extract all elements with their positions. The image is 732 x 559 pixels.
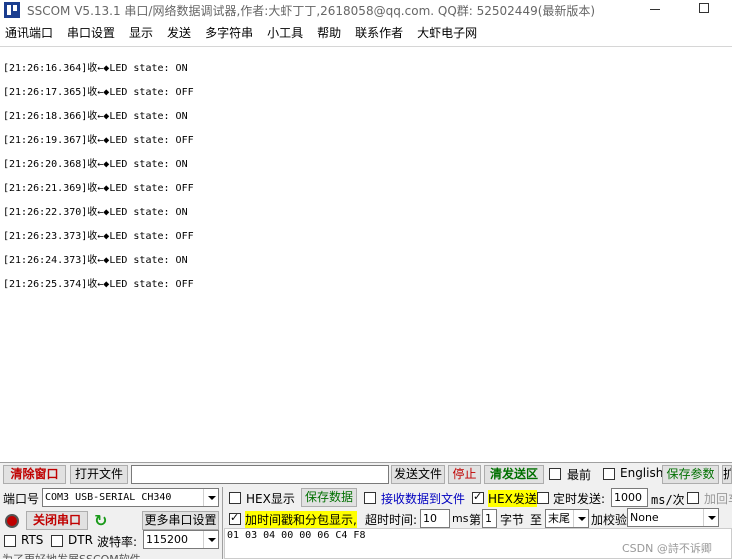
save-data-button[interactable]: 保存数据 <box>301 488 357 507</box>
menu-item-tools[interactable]: 小工具 <box>267 23 303 43</box>
nth-label: 第 <box>469 513 482 527</box>
chevron-down-icon <box>573 510 588 527</box>
interval-unit: ms/次 <box>651 493 685 507</box>
expand-button[interactable]: 扩 <box>722 465 732 484</box>
timed-send-label: 定时发送: <box>553 492 606 506</box>
always-on-top-label: 最前 <box>567 468 592 482</box>
baud-label: 波特率: <box>97 535 138 549</box>
window-title: SSCOM V5.13.1 串口/网络数据调试器,作者:大虾丁丁,2618058… <box>27 4 596 18</box>
add-timestamp-checkbox[interactable] <box>229 511 241 525</box>
send-file-button[interactable]: 发送文件 <box>391 465 445 484</box>
hex-display-label: HEX显示 <box>246 492 295 506</box>
menu-item-port-settings[interactable]: 串口设置 <box>67 23 115 43</box>
checksum-label: 加校验 <box>591 513 628 527</box>
port-status-icon <box>5 514 19 528</box>
port-select[interactable]: COM3 USB-SERIAL CH340 <box>42 488 219 507</box>
menu-item-website[interactable]: 大虾电子网 <box>417 23 477 43</box>
send-content: 01 03 04 00 00 06 C4 F8 <box>227 530 366 541</box>
receive-line: [21:26:21.369]收←◆LED state: OFF <box>3 183 194 194</box>
close-port-button[interactable]: 关闭串口 <box>26 511 88 530</box>
interval-input[interactable]: 1000 <box>611 488 648 507</box>
timed-send-checkbox[interactable] <box>537 492 549 504</box>
rts-checkbox[interactable] <box>4 535 16 547</box>
file-path-input[interactable] <box>131 465 389 484</box>
checksum-select-value: None <box>630 511 659 524</box>
panel-divider <box>222 487 223 559</box>
hex-send-checkbox[interactable] <box>472 490 484 504</box>
add-timestamp-label: 加时间戳和分包显示, <box>245 511 357 528</box>
chevron-down-icon <box>203 489 218 506</box>
checksum-select[interactable]: None <box>627 508 719 527</box>
receive-line: [21:26:17.365]收←◆LED state: OFF <box>3 87 194 98</box>
baud-select-value: 115200 <box>146 533 188 546</box>
stop-button[interactable]: 停止 <box>448 465 481 484</box>
menu-bar: 通讯端口 串口设置 显示 发送 多字符串 小工具 帮助 联系作者 大虾电子网 <box>0 23 732 43</box>
rts-label: RTS <box>21 533 44 547</box>
hex-send-label: HEX发送 <box>488 490 537 507</box>
menu-item-comm-port[interactable]: 通讯端口 <box>5 23 53 43</box>
end-select[interactable]: 末尾 <box>545 509 589 528</box>
chevron-down-icon <box>703 509 718 526</box>
baud-select[interactable]: 115200 <box>143 530 219 549</box>
maximize-icon[interactable] <box>699 3 709 13</box>
dtr-label: DTR <box>68 533 93 547</box>
watermark: CSDN @詩不诉卿 <box>622 542 712 555</box>
receive-line: [21:26:19.367]收←◆LED state: OFF <box>3 135 194 146</box>
recv-to-file-checkbox[interactable] <box>364 492 376 504</box>
english-checkbox[interactable] <box>603 468 615 480</box>
english-label: English <box>620 466 664 480</box>
menu-item-help[interactable]: 帮助 <box>317 23 341 43</box>
refresh-icon[interactable]: ↻ <box>94 513 110 529</box>
menu-item-send[interactable]: 发送 <box>167 23 191 43</box>
add-crlf-checkbox[interactable] <box>687 492 699 504</box>
save-params-button[interactable]: 保存参数 <box>662 465 719 484</box>
title-bar: SSCOM V5.13.1 串口/网络数据调试器,作者:大虾丁丁,2618058… <box>0 0 732 21</box>
menu-item-contact[interactable]: 联系作者 <box>355 23 403 43</box>
receive-line: [21:26:20.368]收←◆LED state: ON <box>3 159 188 170</box>
receive-line: [21:26:16.364]收←◆LED state: ON <box>3 63 188 74</box>
dtr-checkbox[interactable] <box>51 535 63 547</box>
timeout-label: 超时时间: <box>365 513 418 527</box>
receive-line: [21:26:24.373]收←◆LED state: ON <box>3 255 188 266</box>
minimize-icon[interactable] <box>650 9 660 10</box>
timeout-input[interactable]: 10 <box>420 509 450 528</box>
recv-to-file-label: 接收数据到文件 <box>381 492 466 506</box>
receive-line: [21:26:22.370]收←◆LED state: ON <box>3 207 188 218</box>
port-select-value: COM3 USB-SERIAL CH340 <box>45 492 172 503</box>
always-on-top-checkbox[interactable] <box>549 468 561 480</box>
hex-display-checkbox[interactable] <box>229 492 241 504</box>
receive-line: [21:26:18.366]收←◆LED state: ON <box>3 111 188 122</box>
nth-input[interactable]: 1 <box>482 509 497 528</box>
more-settings-button[interactable]: 更多串口设置 <box>142 511 219 530</box>
menu-item-multi-string[interactable]: 多字符串 <box>205 23 253 43</box>
app-icon <box>4 2 20 18</box>
receive-area[interactable]: [21:26:16.364]收←◆LED state: ON [21:26:17… <box>0 46 732 462</box>
receive-line: [21:26:25.374]收←◆LED state: OFF <box>3 279 194 290</box>
end-select-value: 末尾 <box>548 512 570 525</box>
promo-text: 为了更好地发展SSCOM软件 <box>2 551 141 559</box>
receive-line: [21:26:23.373]收←◆LED state: OFF <box>3 231 194 242</box>
add-crlf-label: 加回车 <box>704 492 732 506</box>
menu-item-display[interactable]: 显示 <box>129 23 153 43</box>
chevron-down-icon <box>203 531 218 548</box>
to-label: 至 <box>530 513 543 527</box>
clear-send-button[interactable]: 清发送区 <box>484 465 544 484</box>
open-file-button[interactable]: 打开文件 <box>70 465 128 484</box>
port-label: 端口号 <box>3 492 40 506</box>
timeout-unit: ms <box>452 512 469 525</box>
byte-label: 字节 <box>500 513 525 527</box>
clear-window-button[interactable]: 清除窗口 <box>3 465 66 484</box>
